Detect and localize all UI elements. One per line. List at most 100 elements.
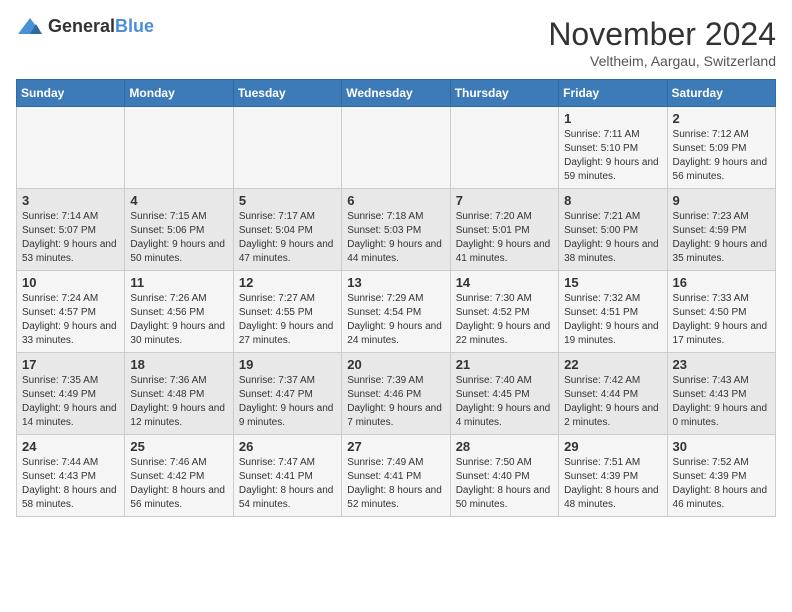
calendar-cell: 10Sunrise: 7:24 AM Sunset: 4:57 PM Dayli… — [17, 271, 125, 353]
calendar-cell: 23 Sunrise: 7:43 AM Sunset: 4:43 PM Dayli… — [667, 353, 775, 435]
calendar-cell — [233, 107, 341, 189]
calendar-cell — [17, 107, 125, 189]
day-header-friday: Friday — [559, 80, 667, 107]
day-info: Sunrise: 7:30 AM Sunset: 4:52 PM Dayligh… — [456, 292, 553, 348]
logo-blue-text: Blue — [115, 16, 154, 36]
day-header-sunday: Sunday — [17, 80, 125, 107]
day-info: Sunrise: 7:35 AM Sunset: 4:49 PM Dayligh… — [22, 374, 119, 430]
location-subtitle: Veltheim, Aargau, Switzerland — [548, 53, 776, 69]
calendar-cell: 26 Sunrise: 7:47 AM Sunset: 4:41 PM Dayli… — [233, 435, 341, 517]
day-number: 18 — [130, 357, 227, 372]
calendar-week-3: 10Sunrise: 7:24 AM Sunset: 4:57 PM Dayli… — [17, 271, 776, 353]
day-info: Sunrise: 7:43 AM Sunset: 4:43 PM Dayligh… — [673, 374, 770, 430]
calendar-cell: 21 Sunrise: 7:40 AM Sunset: 4:45 PM Dayli… — [450, 353, 558, 435]
calendar-cell: 1 Sunrise: 7:11 AM Sunset: 5:10 PM Daylig… — [559, 107, 667, 189]
day-number: 19 — [239, 357, 336, 372]
day-number: 9 — [673, 193, 770, 208]
calendar-week-5: 24 Sunrise: 7:44 AM Sunset: 4:43 PM Dayli… — [17, 435, 776, 517]
calendar-cell: 25 Sunrise: 7:46 AM Sunset: 4:42 PM Dayli… — [125, 435, 233, 517]
day-number: 23 — [673, 357, 770, 372]
day-number: 3 — [22, 193, 119, 208]
day-number: 28 — [456, 439, 553, 454]
day-header-wednesday: Wednesday — [342, 80, 450, 107]
day-info: Sunrise: 7:39 AM Sunset: 4:46 PM Dayligh… — [347, 374, 444, 430]
calendar-cell: 24 Sunrise: 7:44 AM Sunset: 4:43 PM Dayli… — [17, 435, 125, 517]
calendar-cell: 6 Sunrise: 7:18 AM Sunset: 5:03 PM Daylig… — [342, 189, 450, 271]
calendar-cell: 9 Sunrise: 7:23 AM Sunset: 4:59 PM Daylig… — [667, 189, 775, 271]
day-number: 15 — [564, 275, 661, 290]
day-number: 4 — [130, 193, 227, 208]
day-info: Sunrise: 7:32 AM Sunset: 4:51 PM Dayligh… — [564, 292, 661, 348]
calendar-cell: 13Sunrise: 7:29 AM Sunset: 4:54 PM Dayli… — [342, 271, 450, 353]
calendar-cell: 14 Sunrise: 7:30 AM Sunset: 4:52 PM Dayli… — [450, 271, 558, 353]
day-number: 17 — [22, 357, 119, 372]
day-info: Sunrise: 7:18 AM Sunset: 5:03 PM Dayligh… — [347, 210, 444, 266]
day-number: 10 — [22, 275, 119, 290]
calendar-cell: 4 Sunrise: 7:15 AM Sunset: 5:06 PM Daylig… — [125, 189, 233, 271]
logo: GeneralBlue — [16, 16, 154, 38]
day-info: Sunrise: 7:20 AM Sunset: 5:01 PM Dayligh… — [456, 210, 553, 266]
day-info: Sunrise: 7:29 AM Sunset: 4:54 PM Dayligh… — [347, 292, 444, 348]
day-number: 30 — [673, 439, 770, 454]
day-info: Sunrise: 7:27 AM Sunset: 4:55 PM Dayligh… — [239, 292, 336, 348]
day-info: Sunrise: 7:50 AM Sunset: 4:40 PM Dayligh… — [456, 456, 553, 512]
day-info: Sunrise: 7:17 AM Sunset: 5:04 PM Dayligh… — [239, 210, 336, 266]
day-info: Sunrise: 7:51 AM Sunset: 4:39 PM Dayligh… — [564, 456, 661, 512]
calendar-cell: 19 Sunrise: 7:37 AM Sunset: 4:47 PM Dayli… — [233, 353, 341, 435]
calendar-week-1: 1 Sunrise: 7:11 AM Sunset: 5:10 PM Daylig… — [17, 107, 776, 189]
day-number: 11 — [130, 275, 227, 290]
logo-general-text: General — [48, 16, 115, 36]
header-row: SundayMondayTuesdayWednesdayThursdayFrid… — [17, 80, 776, 107]
calendar-cell: 16 Sunrise: 7:33 AM Sunset: 4:50 PM Dayli… — [667, 271, 775, 353]
day-header-thursday: Thursday — [450, 80, 558, 107]
day-number: 21 — [456, 357, 553, 372]
day-number: 6 — [347, 193, 444, 208]
day-info: Sunrise: 7:52 AM Sunset: 4:39 PM Dayligh… — [673, 456, 770, 512]
day-info: Sunrise: 7:42 AM Sunset: 4:44 PM Dayligh… — [564, 374, 661, 430]
day-header-saturday: Saturday — [667, 80, 775, 107]
day-number: 24 — [22, 439, 119, 454]
day-info: Sunrise: 7:37 AM Sunset: 4:47 PM Dayligh… — [239, 374, 336, 430]
calendar-cell: 8 Sunrise: 7:21 AM Sunset: 5:00 PM Daylig… — [559, 189, 667, 271]
day-number: 29 — [564, 439, 661, 454]
day-info: Sunrise: 7:36 AM Sunset: 4:48 PM Dayligh… — [130, 374, 227, 430]
calendar-week-2: 3 Sunrise: 7:14 AM Sunset: 5:07 PM Daylig… — [17, 189, 776, 271]
day-info: Sunrise: 7:15 AM Sunset: 5:06 PM Dayligh… — [130, 210, 227, 266]
day-info: Sunrise: 7:49 AM Sunset: 4:41 PM Dayligh… — [347, 456, 444, 512]
calendar-cell: 12Sunrise: 7:27 AM Sunset: 4:55 PM Dayli… — [233, 271, 341, 353]
day-info: Sunrise: 7:40 AM Sunset: 4:45 PM Dayligh… — [456, 374, 553, 430]
calendar-cell: 7 Sunrise: 7:20 AM Sunset: 5:01 PM Daylig… — [450, 189, 558, 271]
day-info: Sunrise: 7:44 AM Sunset: 4:43 PM Dayligh… — [22, 456, 119, 512]
calendar-cell: 29 Sunrise: 7:51 AM Sunset: 4:39 PM Dayli… — [559, 435, 667, 517]
calendar-cell: 17 Sunrise: 7:35 AM Sunset: 4:49 PM Dayli… — [17, 353, 125, 435]
day-info: Sunrise: 7:21 AM Sunset: 5:00 PM Dayligh… — [564, 210, 661, 266]
day-info: Sunrise: 7:12 AM Sunset: 5:09 PM Dayligh… — [673, 128, 770, 184]
day-info: Sunrise: 7:23 AM Sunset: 4:59 PM Dayligh… — [673, 210, 770, 266]
day-info: Sunrise: 7:26 AM Sunset: 4:56 PM Dayligh… — [130, 292, 227, 348]
day-number: 14 — [456, 275, 553, 290]
calendar-cell — [342, 107, 450, 189]
day-number: 16 — [673, 275, 770, 290]
day-number: 20 — [347, 357, 444, 372]
calendar-table: SundayMondayTuesdayWednesdayThursdayFrid… — [16, 79, 776, 517]
calendar-cell — [450, 107, 558, 189]
day-number: 7 — [456, 193, 553, 208]
calendar-cell: 22 Sunrise: 7:42 AM Sunset: 4:44 PM Dayli… — [559, 353, 667, 435]
day-number: 27 — [347, 439, 444, 454]
day-info: Sunrise: 7:14 AM Sunset: 5:07 PM Dayligh… — [22, 210, 119, 266]
day-info: Sunrise: 7:47 AM Sunset: 4:41 PM Dayligh… — [239, 456, 336, 512]
day-info: Sunrise: 7:33 AM Sunset: 4:50 PM Dayligh… — [673, 292, 770, 348]
page-header: GeneralBlue November 2024 Veltheim, Aarg… — [16, 16, 776, 69]
day-number: 22 — [564, 357, 661, 372]
day-info: Sunrise: 7:11 AM Sunset: 5:10 PM Dayligh… — [564, 128, 661, 184]
day-number: 1 — [564, 111, 661, 126]
month-title: November 2024 — [548, 16, 776, 53]
day-number: 5 — [239, 193, 336, 208]
calendar-cell: 28 Sunrise: 7:50 AM Sunset: 4:40 PM Dayli… — [450, 435, 558, 517]
day-number: 26 — [239, 439, 336, 454]
day-info: Sunrise: 7:46 AM Sunset: 4:42 PM Dayligh… — [130, 456, 227, 512]
day-number: 25 — [130, 439, 227, 454]
calendar-cell: 18 Sunrise: 7:36 AM Sunset: 4:48 PM Dayli… — [125, 353, 233, 435]
calendar-cell: 5 Sunrise: 7:17 AM Sunset: 5:04 PM Daylig… — [233, 189, 341, 271]
day-number: 8 — [564, 193, 661, 208]
